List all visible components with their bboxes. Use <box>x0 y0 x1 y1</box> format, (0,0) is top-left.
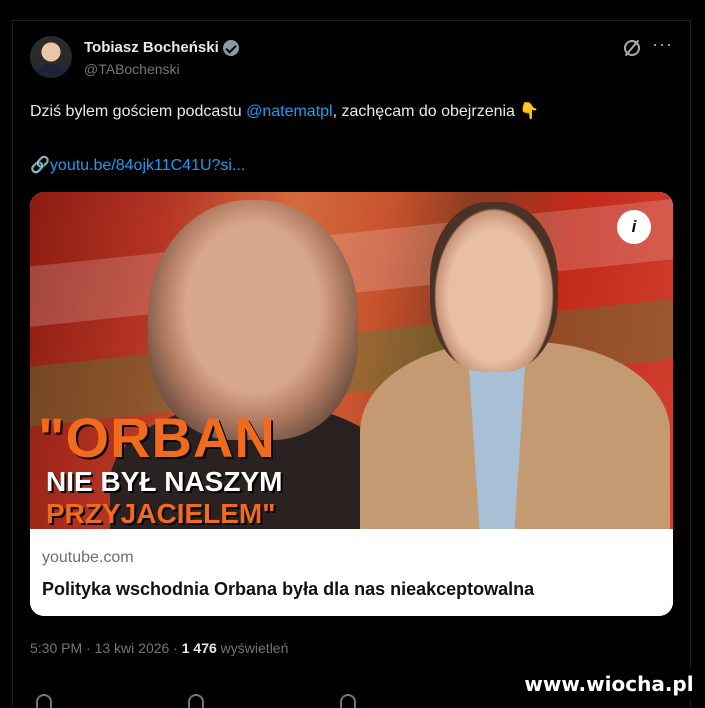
mention-link[interactable]: @natematpl <box>246 103 333 120</box>
tweet-text-after: , zachęcam do obejrzenia 👇 <box>332 103 540 120</box>
link-icon: 🔗 <box>30 157 50 174</box>
info-icon[interactable]: i <box>617 210 651 244</box>
card-title[interactable]: Polityka wschodnia Orbana była dla nas n… <box>42 579 534 600</box>
verified-icon <box>222 39 239 56</box>
thumbnail-face-left <box>148 200 358 440</box>
views-label: wyświetleń <box>216 640 289 656</box>
headline-line-1: "ORBAN <box>38 406 276 469</box>
card-domain: youtube.com <box>42 549 134 566</box>
like-icon[interactable] <box>340 694 356 708</box>
tweet-text-before: Dziś bylem gościem podcastu <box>30 103 247 120</box>
headline-line-2: NIE BYŁ NASZYM <box>46 466 283 497</box>
video-thumbnail[interactable]: "ORBAN NIE BYŁ NASZYM PRZYJACIELEM" i <box>30 192 673 529</box>
watermark: www.wiocha.pl <box>521 669 697 699</box>
author-name-row[interactable]: Tobiasz Bocheński <box>84 39 239 56</box>
card-footer[interactable]: youtube.com Polityka wschodnia Orbana by… <box>30 529 673 616</box>
more-icon[interactable]: ··· <box>652 34 673 55</box>
grok-icon[interactable] <box>624 40 640 56</box>
author-handle[interactable]: @TABochenski <box>84 61 180 77</box>
tweet-timestamp[interactable]: 5:30 PM · 13 kwi 2026 · <box>30 640 182 656</box>
tweet-text: Dziś bylem gościem podcastu @natematpl, … <box>30 101 539 121</box>
avatar[interactable] <box>30 36 72 78</box>
link-url[interactable]: youtu.be/84ojk11C41U?si... <box>50 157 245 174</box>
tweet-header: Tobiasz Bocheński @TABochenski ··· <box>30 34 678 84</box>
tweet-link[interactable]: 🔗youtu.be/84ojk11C41U?si... <box>30 155 245 175</box>
repost-icon[interactable] <box>188 694 204 708</box>
headline-line-3: PRZYJACIELEM" <box>46 498 276 529</box>
reply-icon[interactable] <box>36 694 52 708</box>
views-count: 1 476 <box>181 640 217 656</box>
tweet-meta: 5:30 PM · 13 kwi 2026 · 1 476 wyświetleń <box>30 640 288 656</box>
link-card[interactable]: "ORBAN NIE BYŁ NASZYM PRZYJACIELEM" i yo… <box>30 192 673 616</box>
thumbnail-face-right <box>430 202 558 372</box>
thumbnail-headline: "ORBAN NIE BYŁ NASZYM PRZYJACIELEM" <box>38 406 283 530</box>
author-name[interactable]: Tobiasz Bocheński <box>84 39 219 56</box>
